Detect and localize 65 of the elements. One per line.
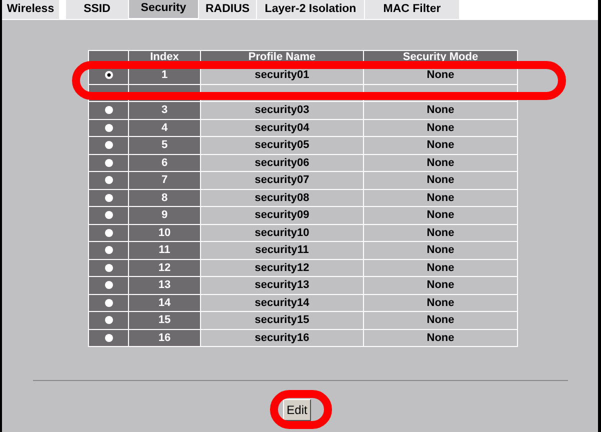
table-cell: None <box>364 172 518 189</box>
table-cell: 9 <box>128 206 200 224</box>
table-cell: security13 <box>200 276 364 294</box>
table-cell: security14 <box>200 294 364 312</box>
tab[interactable]: RADIUS <box>199 0 257 19</box>
table-cell: 14 <box>128 294 200 312</box>
radio-button[interactable] <box>104 194 112 202</box>
radio-button[interactable] <box>104 211 112 220</box>
table-cell: 4 <box>128 119 200 136</box>
radio-button[interactable] <box>104 264 112 272</box>
table-cell: None <box>364 189 518 206</box>
table-cell: security06 <box>200 154 364 172</box>
tab[interactable]: Layer-2 Isolation <box>257 0 365 19</box>
table-cell: 15 <box>128 312 200 329</box>
table-cell: security09 <box>200 206 364 224</box>
table-cell: 8 <box>128 189 200 206</box>
tab[interactable]: Wireless <box>2 0 60 19</box>
radio-button[interactable] <box>104 124 112 132</box>
table-cell: None <box>364 329 518 346</box>
radio-button[interactable] <box>104 141 112 150</box>
radio-button[interactable] <box>104 176 112 184</box>
table-cell: 7 <box>128 172 200 189</box>
table-cell: None <box>364 224 518 242</box>
table-cell: 10 <box>128 224 200 242</box>
tab[interactable]: Security <box>129 0 199 19</box>
table-cell: None <box>364 119 518 136</box>
radio-button[interactable] <box>104 106 112 114</box>
table-cell: security11 <box>200 242 364 259</box>
table-cell: 6 <box>128 154 200 172</box>
table-cell: None <box>364 242 518 259</box>
table-cell: None <box>364 294 518 312</box>
edit-button[interactable]: Edit <box>282 399 312 421</box>
table-cell: 3 <box>128 102 200 119</box>
table-cell: None <box>364 206 518 224</box>
table-cell: security07 <box>200 172 364 189</box>
tab[interactable]: MAC Filter <box>365 0 460 19</box>
table-cell: security16 <box>200 329 364 346</box>
table-cell: None <box>364 312 518 329</box>
highlight-ring <box>270 390 332 429</box>
radio-button[interactable] <box>104 228 112 237</box>
radio-button[interactable] <box>104 246 112 254</box>
radio-button[interactable] <box>104 316 112 324</box>
radio-button[interactable] <box>104 334 112 342</box>
table-cell: security10 <box>200 224 364 242</box>
table-cell: None <box>364 136 518 154</box>
radio-button[interactable] <box>104 281 112 290</box>
table-cell: None <box>364 276 518 294</box>
radio-button[interactable] <box>104 71 112 80</box>
table-cell: 13 <box>128 276 200 294</box>
radio-button[interactable] <box>104 298 112 307</box>
table-cell: security12 <box>200 259 364 276</box>
table-cell: security05 <box>200 136 364 154</box>
radio-button[interactable] <box>104 158 112 167</box>
table-cell: None <box>364 259 518 276</box>
table-cell: 11 <box>128 242 200 259</box>
tab[interactable]: SSID <box>66 0 129 19</box>
table-cell: security08 <box>200 189 364 206</box>
table-cell: security15 <box>200 312 364 329</box>
table-cell: security03 <box>200 102 364 119</box>
table-cell: None <box>364 154 518 172</box>
table-cell: security04 <box>200 119 364 136</box>
table-cell: 5 <box>128 136 200 154</box>
table-cell: None <box>364 102 518 119</box>
table-cell: 16 <box>128 329 200 346</box>
table-cell: 12 <box>128 259 200 276</box>
